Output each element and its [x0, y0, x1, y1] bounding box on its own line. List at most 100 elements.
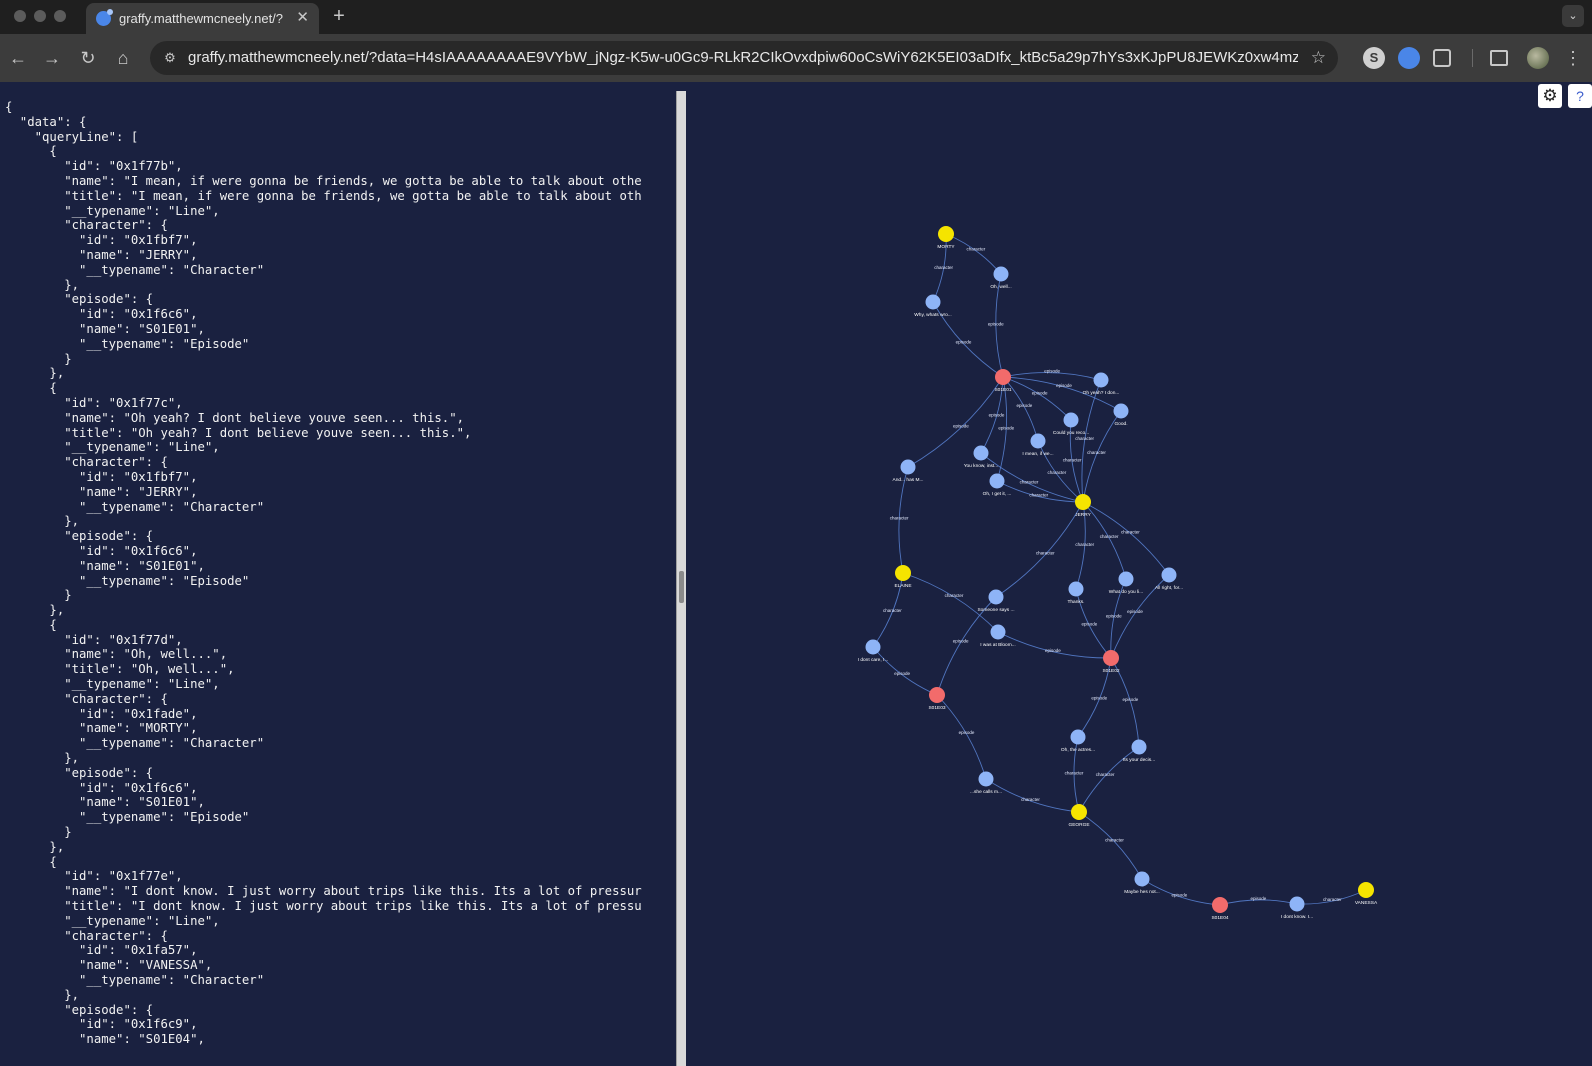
graph-node-line[interactable]: I dont know. I...	[1281, 896, 1313, 921]
bookmark-star-icon[interactable]: ☆	[1311, 48, 1326, 68]
graph-node-episode[interactable]: S01E01	[994, 369, 1012, 393]
graffy-favicon-icon	[96, 9, 113, 26]
graph-edge-label: episode	[894, 671, 910, 676]
graph-node-circle[interactable]	[1131, 739, 1147, 755]
close-tab-icon[interactable]: ✕	[296, 9, 309, 27]
graph-node-line[interactable]: I was at Bloom...	[980, 624, 1016, 649]
window-minimize-light[interactable]	[34, 10, 46, 22]
graph-node-line[interactable]: Could you reco...	[1053, 412, 1089, 437]
graph-node-line[interactable]: What do you li...	[1109, 571, 1143, 596]
extension-graffy-icon[interactable]	[1398, 47, 1420, 69]
graph-node-circle[interactable]	[973, 445, 989, 461]
graph-node-line[interactable]: Oh, I get it, ...	[983, 473, 1012, 498]
graph-node-circle[interactable]	[993, 266, 1009, 282]
graph-node-line[interactable]: Maybe hes not...	[1124, 871, 1160, 896]
graph-node-circle[interactable]	[1070, 729, 1086, 745]
graph-edge-label: episode	[1122, 697, 1138, 702]
graph-node-label: Good.	[1114, 421, 1127, 427]
graph-node-circle[interactable]	[1134, 871, 1150, 887]
graph-node-line[interactable]: Thanks.	[1067, 581, 1085, 606]
graph-node-line[interactable]: Someone says ...	[977, 589, 1015, 614]
json-editor-pane[interactable]: { "data": { "queryLine": [ { "id": "0x1f…	[0, 82, 676, 1066]
graph-edge-label: episode	[953, 424, 969, 429]
back-button[interactable]: ←	[6, 46, 30, 70]
resize-grip-handle[interactable]	[679, 571, 684, 603]
graph-node-circle[interactable]	[978, 771, 994, 787]
graph-node-line[interactable]: Oh, the actres...	[1061, 729, 1095, 754]
graph-node-character[interactable]: VANESSA	[1355, 882, 1378, 906]
graph-node-line[interactable]: All right, for...	[1155, 567, 1183, 592]
graph-node-line[interactable]: ...she calls m...	[970, 771, 1002, 796]
graph-node-circle[interactable]	[1063, 412, 1079, 428]
tab-search-chevron-icon[interactable]: ⌄	[1562, 5, 1584, 27]
graph-edge-label: character	[1075, 436, 1094, 441]
graph-node-line[interactable]: I mean, if we...	[1022, 433, 1054, 458]
graph-node-line[interactable]: Why, whats wro...	[914, 294, 952, 319]
graph-edge-label: episode	[956, 340, 972, 345]
graph-node-circle[interactable]	[1212, 897, 1228, 913]
extensions-puzzle-icon[interactable]	[1433, 49, 1451, 67]
graph-edge-label: character	[934, 265, 953, 270]
graph-node-circle[interactable]	[1358, 882, 1374, 898]
graph-node-circle[interactable]	[990, 624, 1006, 640]
graph-node-circle[interactable]	[1161, 567, 1177, 583]
reload-button[interactable]: ↻	[76, 46, 100, 70]
url-text[interactable]: graffy.matthewmcneely.net/?data=H4sIAAAA…	[188, 49, 1298, 66]
graph-node-line[interactable]: Good.	[1113, 403, 1129, 428]
graph-node-circle[interactable]	[1093, 372, 1109, 388]
graph-canvas[interactable]: character character episode episode episode e…	[686, 82, 1592, 1066]
window-close-light[interactable]	[14, 10, 26, 22]
graph-node-circle[interactable]	[900, 459, 916, 475]
graph-node-character[interactable]: ELAINE	[894, 565, 912, 589]
browser-menu-icon[interactable]: ⋮	[1564, 46, 1582, 70]
graph-node-circle[interactable]	[995, 369, 1011, 385]
graph-node-circle[interactable]	[1075, 494, 1091, 510]
json-editor-text[interactable]: { "data": { "queryLine": [ { "id": "0x1f…	[5, 100, 675, 1047]
graph-node-episode[interactable]: S01E04	[1211, 897, 1229, 921]
graph-node-circle[interactable]	[989, 473, 1005, 489]
graph-node-circle[interactable]	[1030, 433, 1046, 449]
graph-node-label: Oh, the actres...	[1061, 747, 1095, 753]
graph-node-label: MORTY	[937, 244, 955, 250]
graph-node-circle[interactable]	[925, 294, 941, 310]
home-button[interactable]: ⌂	[111, 46, 135, 70]
graph-node-circle[interactable]	[1113, 403, 1129, 419]
new-tab-button[interactable]: +	[328, 4, 350, 28]
graph-node-circle[interactable]	[1068, 581, 1084, 597]
graph-node-line[interactable]: Its your decis...	[1123, 739, 1155, 764]
graph-edges: character character episode episode episode e…	[872, 233, 1367, 906]
graph-node-episode[interactable]: S01E03	[928, 687, 946, 711]
graph-node-line[interactable]: I dont care, I...	[858, 639, 889, 664]
graph-node-circle[interactable]	[1071, 804, 1087, 820]
graph-edge-label: episode	[1091, 695, 1107, 700]
help-button[interactable]: ?	[1568, 84, 1592, 108]
graph-node-circle[interactable]	[1103, 650, 1119, 666]
graph-visualization-pane[interactable]: character character episode episode episode e…	[686, 82, 1592, 1066]
graph-node-circle[interactable]	[988, 589, 1004, 605]
graph-node-line[interactable]: Oh, well...	[990, 266, 1012, 291]
address-bar[interactable]: ⚙ graffy.matthewmcneely.net/?data=H4sIAA…	[150, 41, 1338, 75]
graph-node-line[interactable]: Oh yeah? I don...	[1083, 372, 1120, 397]
extension-s-icon[interactable]: S	[1363, 47, 1385, 69]
browser-tab[interactable]: graffy.matthewmcneely.net/? ✕	[86, 3, 319, 34]
graph-node-character[interactable]: JERRY	[1075, 494, 1092, 518]
settings-gear-icon[interactable]: ⚙	[1538, 84, 1562, 108]
window-zoom-light[interactable]	[54, 10, 66, 22]
graph-node-character[interactable]: MORTY	[937, 226, 955, 250]
pane-resize-divider[interactable]	[676, 91, 686, 1066]
graph-edge-label: episode	[1106, 614, 1122, 619]
profile-avatar[interactable]	[1527, 47, 1549, 69]
forward-button[interactable]: →	[40, 46, 64, 70]
graph-node-line[interactable]: And... has M...	[893, 459, 924, 484]
graph-node-circle[interactable]	[865, 639, 881, 655]
graph-node-episode[interactable]: S01E02	[1102, 650, 1120, 674]
side-panel-icon[interactable]	[1490, 50, 1508, 66]
site-info-icon[interactable]: ⚙	[162, 50, 178, 66]
graph-node-circle[interactable]	[929, 687, 945, 703]
graph-node-line[interactable]: You know, inst...	[964, 445, 999, 470]
graph-node-circle[interactable]	[938, 226, 954, 242]
graph-node-circle[interactable]	[1289, 896, 1305, 912]
graph-node-character[interactable]: GEORGE	[1068, 804, 1090, 828]
graph-node-circle[interactable]	[895, 565, 911, 581]
graph-node-circle[interactable]	[1118, 571, 1134, 587]
